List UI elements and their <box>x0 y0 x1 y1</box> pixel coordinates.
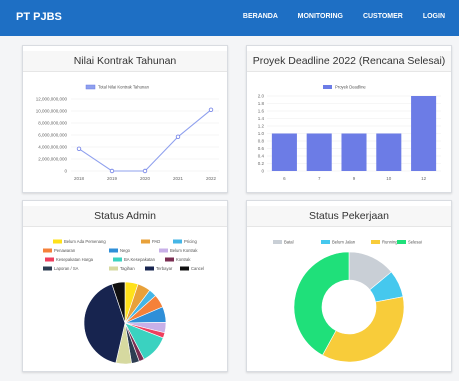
legend-label: Total Nilai Kontrak Tahunan <box>98 85 150 90</box>
pie-chart: Belum Ada Pemenang PAD Pricing Penawaran Neg… <box>43 239 204 365</box>
y-tick-label: 0 <box>64 169 67 174</box>
nav-links: BERANDA MONITORING CUSTOMER LOGIN <box>225 13 445 20</box>
bar <box>271 133 297 171</box>
bar <box>306 133 332 171</box>
legend-label: Tagihan <box>120 266 135 271</box>
legend-swatch <box>165 257 174 262</box>
y-tick-label: 1.8 <box>258 101 265 106</box>
donut-chart: Batal Belum Jalan Running Selesai <box>273 240 422 363</box>
legend-swatch <box>323 85 332 89</box>
data-point <box>142 168 148 174</box>
x-tick-label: 2019 <box>107 176 118 181</box>
legend-swatch <box>53 239 62 244</box>
y-tick-label: 1.4 <box>258 116 265 121</box>
card-status-pekerjaan: Status Pekerjaan Batal Belum Jalan Running… <box>246 200 452 372</box>
pie-slice <box>322 296 405 363</box>
legend-label: Cancel <box>191 266 204 271</box>
legend-label: Belum Kontrak <box>170 248 198 253</box>
y-tick-label: 6,000,000,000 <box>38 133 67 138</box>
legend-swatch <box>273 240 282 244</box>
legend-label: Proyek Deadline <box>335 85 366 90</box>
y-tick-label: 0.6 <box>258 146 265 151</box>
legend-swatch <box>43 248 52 253</box>
legend-swatch <box>141 239 150 244</box>
legend-swatch <box>109 266 118 271</box>
bar <box>341 133 367 171</box>
legend-label: PAD <box>152 239 160 244</box>
brand-logo[interactable]: PT PJBS <box>16 11 62 23</box>
x-tick-label: 10 <box>386 176 392 181</box>
x-tick-label: 2018 <box>74 176 85 181</box>
legend-swatch <box>43 266 52 271</box>
y-tick-label: 0 <box>261 169 264 174</box>
y-tick-label: 1.0 <box>258 131 265 136</box>
card-proyek-deadline: Proyek Deadline 2022 (Rencana Selesai) P… <box>246 45 452 193</box>
legend-swatch <box>159 248 168 253</box>
legend-label: Belum Jalan <box>332 240 356 245</box>
x-tick-label: 6 <box>283 176 286 181</box>
nav-link-beranda[interactable]: BERANDA <box>243 13 278 20</box>
legend-swatch <box>173 239 182 244</box>
data-point <box>175 134 181 139</box>
legend-swatch <box>180 266 189 271</box>
y-tick-label: 0.2 <box>258 161 265 166</box>
legend-label: Penawaran <box>54 248 76 253</box>
nav-link-monitoring[interactable]: MONITORING <box>298 13 343 20</box>
bar <box>411 96 437 171</box>
legend-label: Nego <box>120 248 131 253</box>
data-point <box>208 107 214 112</box>
card-status-admin: Status Admin Belum Ada Pemenang PAD Pricin… <box>22 200 228 372</box>
y-tick-label: 10,000,000,000 <box>36 109 68 114</box>
legend-label: Batal <box>284 240 294 245</box>
nav-link-customer[interactable]: CUSTOMER <box>363 13 403 20</box>
legend-swatch <box>45 257 54 262</box>
y-tick-label: 1.6 <box>258 109 265 114</box>
legend-swatch <box>145 266 154 271</box>
bar <box>376 133 402 171</box>
legend-label: Kesepakatan Harga <box>56 257 94 262</box>
navbar: PT PJBS BERANDA MONITORING CUSTOMER LOGI… <box>0 0 459 36</box>
legend-swatch <box>397 240 406 244</box>
legend-label: Running <box>382 240 398 245</box>
legend-label: Laporan / SA <box>54 266 79 271</box>
legend-label: Kontrak <box>176 257 191 262</box>
y-tick-label: 8,000,000,000 <box>38 121 67 126</box>
bar-chart: Proyek Deadline 0 0.2 0.4 0.6 0.8 1.0 1.2 1.4 1.6… <box>258 85 441 181</box>
x-tick-label: 7 <box>318 176 321 181</box>
x-tick-label: 2022 <box>206 176 217 181</box>
y-tick-label: 1.2 <box>258 124 265 129</box>
legend-label: Belum Ada Pemenang <box>64 239 106 244</box>
y-tick-label: 2,000,000,000 <box>38 157 67 162</box>
legend-swatch <box>85 84 96 90</box>
legend-swatch <box>321 240 330 244</box>
legend-swatch <box>371 240 380 244</box>
legend-swatch <box>109 248 118 253</box>
data-point <box>109 168 115 174</box>
y-tick-label: 4,000,000,000 <box>38 145 67 150</box>
line-chart: Total Nilai Kontrak Tahunan 0 2,000,000,00… <box>36 84 219 181</box>
y-tick-label: 0.8 <box>258 139 265 144</box>
legend-label: BA Kesepakatan <box>124 257 156 262</box>
y-tick-label: 12,000,000,000 <box>36 97 68 102</box>
nav-link-login[interactable]: LOGIN <box>423 13 445 20</box>
legend-label: Pricing <box>184 239 197 244</box>
x-tick-label: 2020 <box>140 176 151 181</box>
x-tick-label: 12 <box>421 176 427 181</box>
x-tick-label: 2021 <box>173 176 184 181</box>
series-line <box>78 109 212 172</box>
x-tick-label: 9 <box>353 176 356 181</box>
legend-swatch <box>113 257 122 262</box>
legend-label: Terbayar <box>156 266 173 271</box>
y-tick-label: 0.4 <box>258 154 265 159</box>
y-tick-label: 2.0 <box>258 94 265 99</box>
legend-label: Selesai <box>408 240 422 245</box>
card-nilai-kontrak: Nilai Kontrak Tahunan Total Nilai Kontra… <box>22 45 228 193</box>
data-point <box>76 146 82 151</box>
